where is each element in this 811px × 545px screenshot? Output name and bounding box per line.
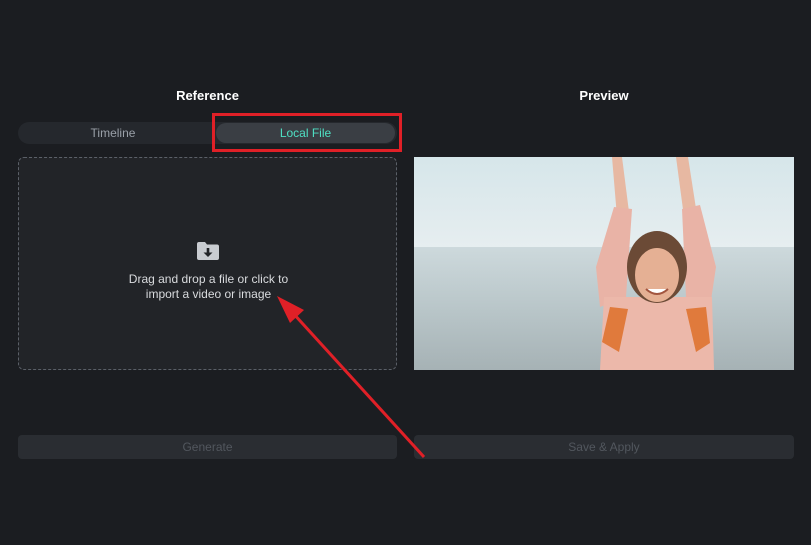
tab-timeline[interactable]: Timeline <box>18 122 208 144</box>
dropzone-text-line2: import a video or image <box>145 287 272 301</box>
annotation-highlight-box <box>212 113 402 152</box>
folder-download-icon <box>197 242 219 260</box>
dropzone-instructions: Drag and drop a file or click to import … <box>79 272 338 302</box>
preview-heading: Preview <box>579 88 629 103</box>
dropzone-text-line1: Drag and drop a file or click to <box>128 272 289 286</box>
generate-button[interactable]: Generate <box>18 435 397 459</box>
import-dropzone[interactable]: Drag and drop a file or click to import … <box>18 157 397 370</box>
save-apply-button[interactable]: Save & Apply <box>414 435 794 459</box>
preview-image <box>414 157 794 370</box>
ai-reference-panel: Reference Preview Timeline Local File Dr… <box>0 0 811 545</box>
reference-heading: Reference <box>176 88 239 103</box>
